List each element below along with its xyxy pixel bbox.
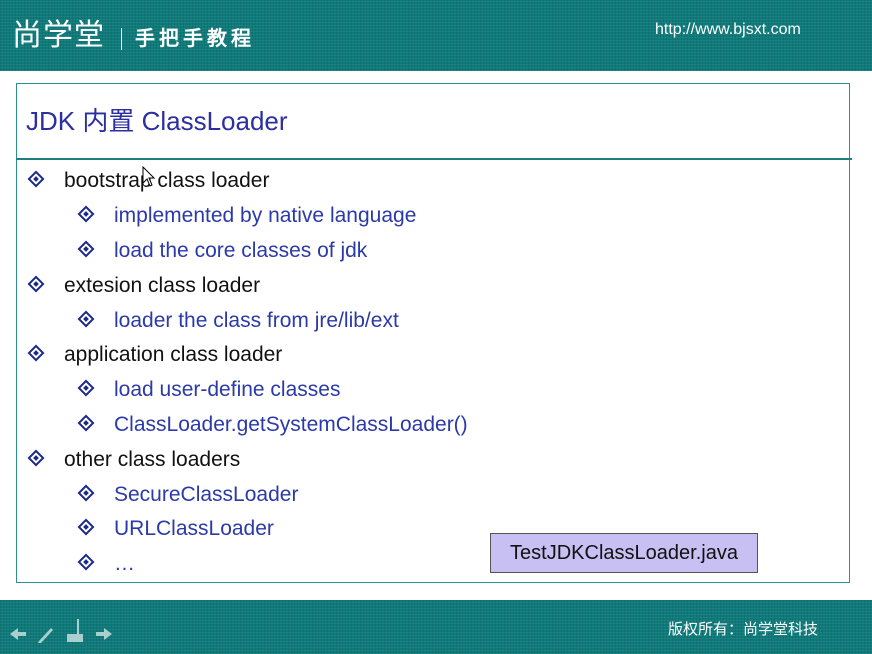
brand-separator [121, 28, 122, 50]
pen-tool-button[interactable] [36, 624, 56, 646]
prev-slide-button[interactable] [8, 624, 28, 646]
bullet-text: load the core classes of jdk [114, 239, 368, 262]
pen-icon [38, 628, 53, 643]
slide-title: JDK 内置 ClassLoader [26, 106, 288, 136]
slide-menu-icon [67, 619, 83, 642]
arrow-left-icon [10, 628, 26, 640]
bullet-text: bootstrap class loader [64, 169, 270, 192]
copyright-text: 版权所有：尚学堂科技 [668, 620, 819, 638]
bullet-text: implemented by native language [114, 204, 417, 227]
mouse-cursor-icon [142, 166, 156, 187]
title-divider [16, 158, 852, 160]
bullet-text: … [114, 552, 135, 575]
bullet-text: SecureClassLoader [114, 483, 299, 506]
file-name-callout: TestJDKClassLoader.java [490, 533, 758, 573]
bullet-text: other class loaders [64, 448, 241, 471]
bullet-text: loader the class from jre/lib/ext [114, 309, 399, 332]
slide-menu-button[interactable] [64, 618, 86, 642]
bullet-text: extesion class loader [64, 274, 261, 297]
next-slide-button[interactable] [94, 624, 114, 646]
bullet-text: application class loader [64, 343, 283, 366]
bullet-text: ClassLoader.getSystemClassLoader() [114, 413, 468, 436]
arrow-right-icon [96, 628, 112, 640]
brand-tagline: 手把手教程 [135, 26, 255, 50]
bullet-text: load user-define classes [114, 378, 341, 401]
site-url: http://www.bjsxt.com [655, 21, 801, 38]
brand-logo-text: 尚学堂 [12, 18, 105, 53]
bullet-text: URLClassLoader [114, 517, 274, 540]
